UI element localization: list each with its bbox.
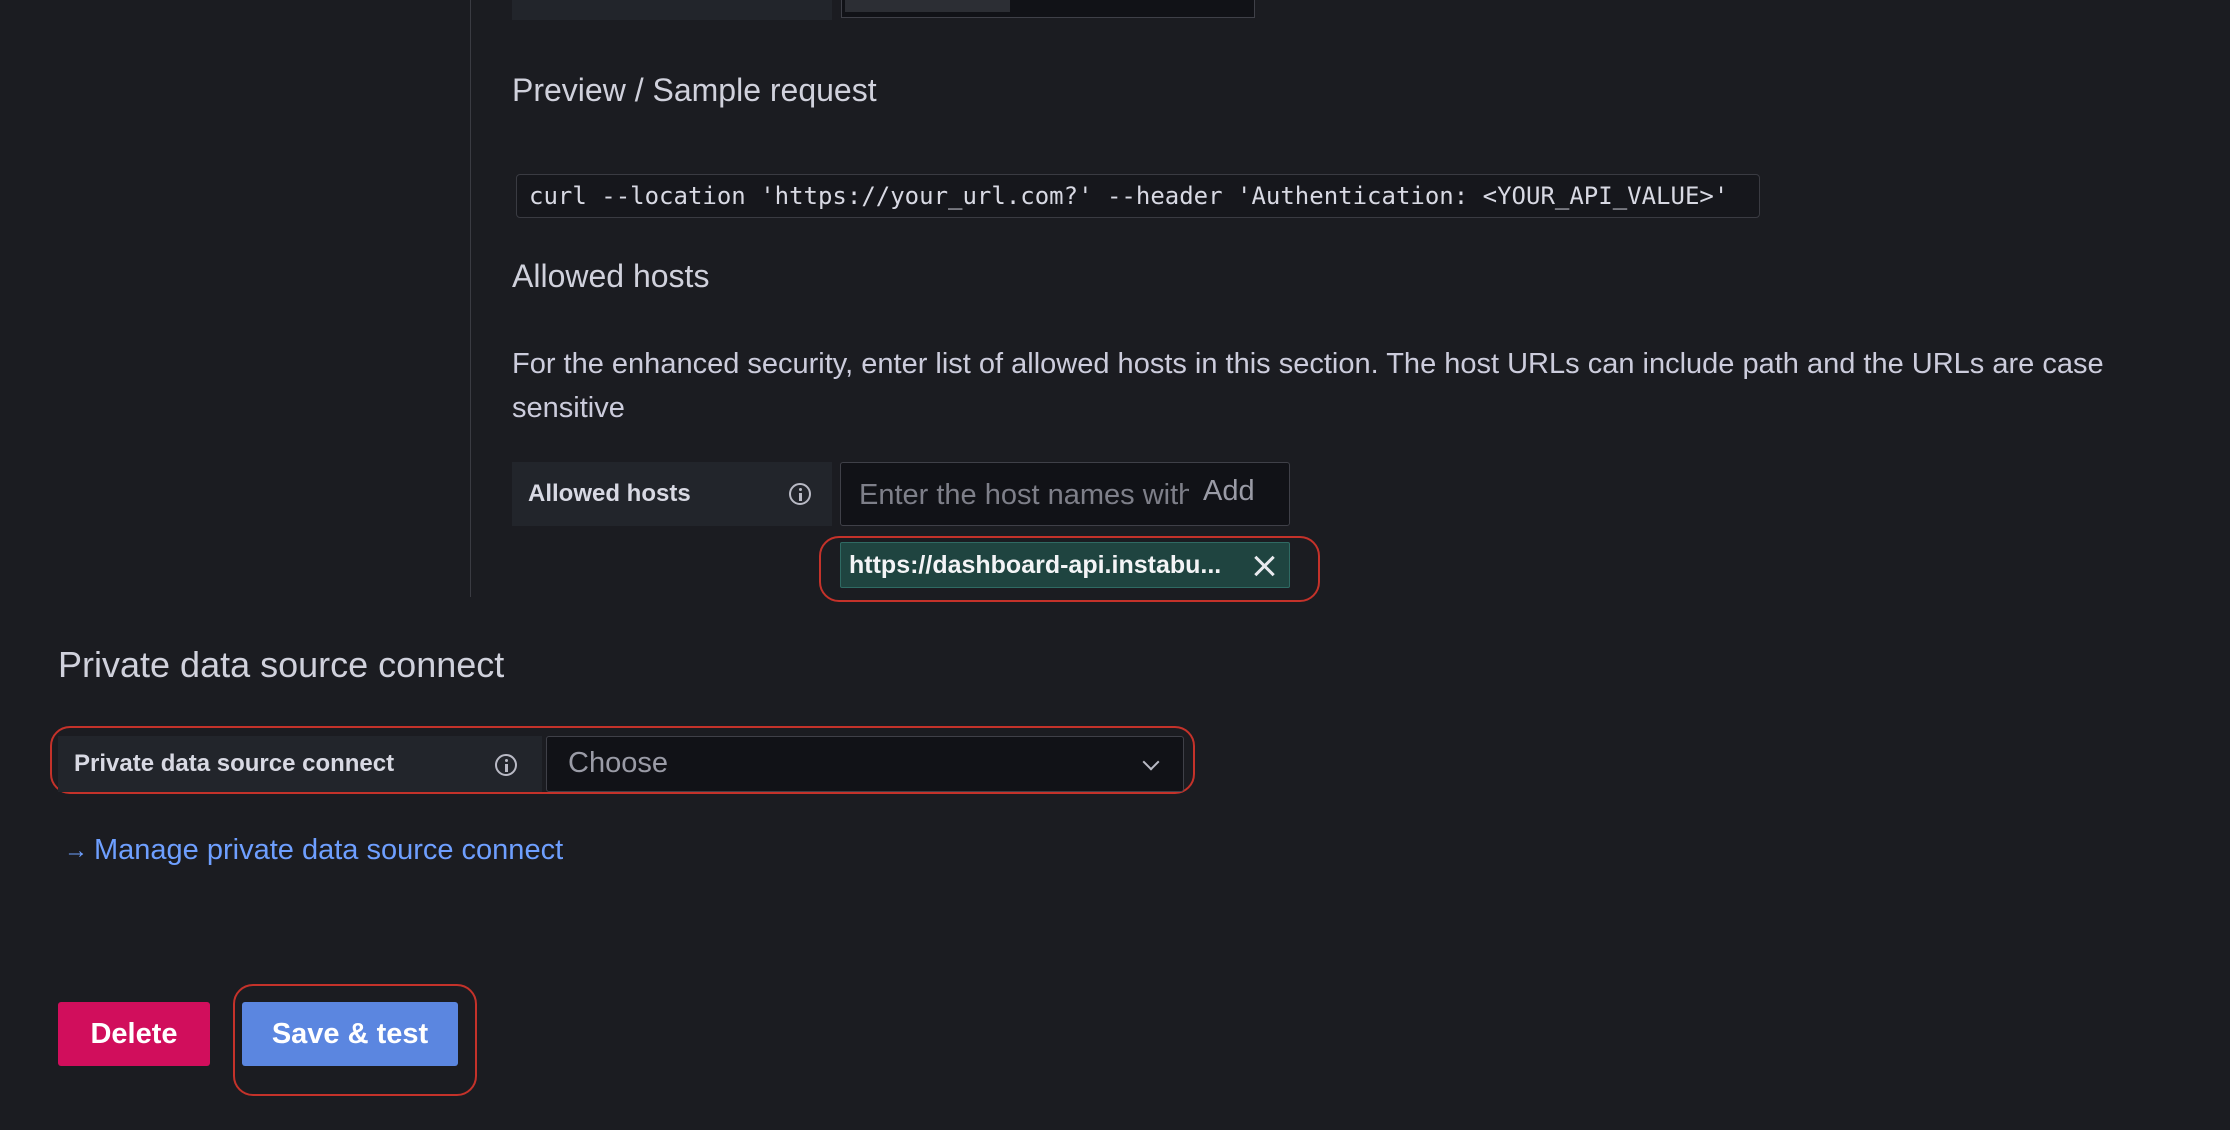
allowed-hosts-label: Allowed hosts <box>512 462 832 526</box>
section-divider <box>470 0 471 597</box>
chevron-down-icon <box>1142 753 1160 771</box>
allowed-host-chip-text: https://dashboard-api.instabu... <box>849 550 1222 579</box>
allowed-hosts-description: For the enhanced security, enter list of… <box>512 348 2104 424</box>
allowed-hosts-label-text: Allowed hosts <box>528 480 691 507</box>
manage-pdc-link-text: Manage private data source connect <box>94 834 564 866</box>
pdc-label-text: Private data source connect <box>74 750 395 777</box>
allowed-hosts-input[interactable] <box>857 475 1191 515</box>
pdc-select[interactable]: Choose <box>546 736 1184 792</box>
pdc-select-value: Choose <box>568 747 668 779</box>
save-test-button[interactable]: Save & test <box>242 1002 458 1066</box>
manage-pdc-link[interactable]: → Manage private data source connect <box>64 834 563 867</box>
sample-request-code: curl --location 'https://your_url.com?' … <box>516 174 1760 218</box>
previous-field-label <box>512 0 832 20</box>
allowed-hosts-input-group: Add <box>840 462 1290 526</box>
delete-button[interactable]: Delete <box>58 1002 210 1066</box>
allowed-hosts-heading: Allowed hosts <box>512 258 710 294</box>
info-icon[interactable] <box>789 483 811 505</box>
preview-heading: Preview / Sample request <box>512 72 877 108</box>
pdc-label: Private data source connect <box>58 736 542 792</box>
add-host-button[interactable]: Add <box>1203 475 1255 508</box>
allowed-host-chip: https://dashboard-api.instabu... <box>840 542 1290 588</box>
previous-field-segment <box>845 0 1010 12</box>
info-icon[interactable] <box>495 754 517 776</box>
arrow-right-icon: → <box>64 836 88 864</box>
close-icon[interactable] <box>1253 554 1275 576</box>
pdc-heading: Private data source connect <box>58 644 505 685</box>
